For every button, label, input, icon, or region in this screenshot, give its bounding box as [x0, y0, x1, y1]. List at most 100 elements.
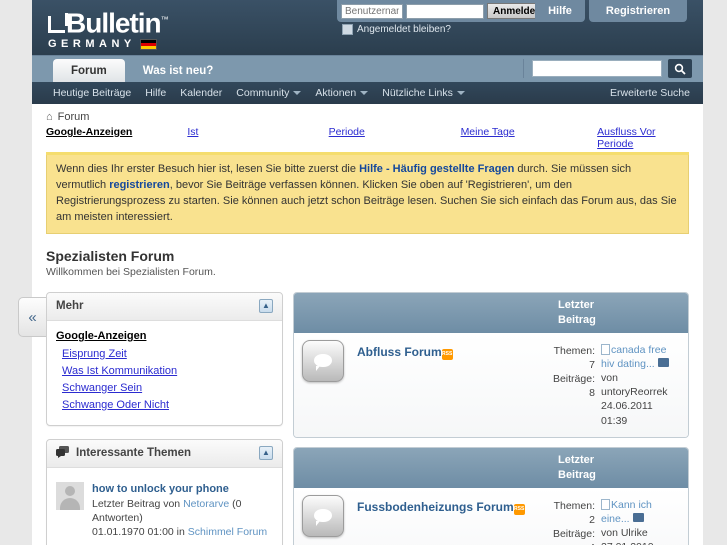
- forum-block-abfluss: Letzter Beitrag Abfluss ForumRSS Themen:…: [293, 291, 689, 438]
- thread-title[interactable]: how to unlock your phone: [92, 482, 273, 497]
- forum-bubble-icon: [302, 339, 344, 382]
- search-input[interactable]: [532, 60, 662, 77]
- ad-link-meine-tage[interactable]: Meine Tage: [461, 126, 598, 138]
- nav-label: Community: [236, 87, 290, 99]
- german-flag-icon: [139, 38, 157, 50]
- topics-label: Themen:: [553, 499, 595, 512]
- rss-icon[interactable]: RSS: [441, 348, 453, 360]
- rss-icon[interactable]: RSS: [513, 503, 525, 515]
- username-input[interactable]: [341, 3, 403, 19]
- nav-item-aktionen[interactable]: Aktionen: [315, 87, 369, 99]
- forum-last-post: canada free hiv dating... von untoryReor…: [595, 340, 680, 428]
- tab-whats-new[interactable]: Was ist neu?: [125, 59, 232, 83]
- panel-mehr-header: Mehr ▲: [47, 292, 282, 321]
- forum-block-fussbodenheizungs: Letzter Beitrag Fussbodenheizungs ForumR…: [293, 446, 689, 545]
- last-post-date: 24.06.2011 01:39: [601, 400, 653, 427]
- google-ads-title: Google-Anzeigen: [46, 126, 133, 138]
- main-nav: Heutige Beiträge Hilfe Kalender Communit…: [32, 82, 703, 104]
- nav-item-hilfe[interactable]: Hilfe: [145, 87, 166, 99]
- forum-name-link[interactable]: Abfluss ForumRSS: [344, 340, 535, 428]
- notice-text-1: Wenn dies Ihr erster Besuch hier ist, le…: [56, 163, 360, 175]
- sidebar-ad-link-was-ist-kommunikation[interactable]: Was Ist Kommunikation: [62, 365, 273, 377]
- nav-label: Nützliche Links: [382, 87, 453, 99]
- search-area: [523, 59, 692, 78]
- sidebar-ad-link-schwanger-sein[interactable]: Schwanger Sein: [62, 382, 273, 394]
- chevron-up-icon[interactable]: ▲: [259, 299, 273, 314]
- register-button[interactable]: Registrieren: [589, 0, 687, 22]
- ad-link-ist[interactable]: Ist: [187, 126, 328, 138]
- ad-link-periode[interactable]: Periode: [329, 126, 461, 138]
- nav-label: Aktionen: [315, 87, 357, 99]
- advanced-search-link[interactable]: Erweiterte Suche: [610, 87, 690, 99]
- password-input[interactable]: [406, 3, 484, 19]
- sidebar-ad-link-eisprung-zeit[interactable]: Eisprung Zeit: [62, 348, 273, 360]
- welcome-notice: Wenn dies Ihr erster Besuch hier ist, le…: [46, 155, 689, 234]
- nav-item-community[interactable]: Community: [236, 87, 302, 99]
- tab-bar: Forum Was ist neu?: [32, 55, 703, 83]
- tab-forum[interactable]: Forum: [53, 59, 125, 83]
- page-title: Spezialisten Forum: [46, 247, 175, 264]
- sidebar-ad-link-schwange-oder-nicht[interactable]: Schwange Oder Nicht: [62, 399, 273, 411]
- avatar: [56, 481, 84, 510]
- logo-wordmark: Bulletin™: [48, 6, 169, 37]
- remember-me-row[interactable]: Angemeldet bleiben?: [342, 24, 451, 35]
- forum-block-header: Letzter Beitrag: [294, 292, 688, 333]
- site-logo[interactable]: Bulletin™ GERMANY: [48, 6, 169, 50]
- help-button[interactable]: Hilfe: [535, 0, 585, 22]
- nav-item-heutige-beitraege[interactable]: Heutige Beiträge: [53, 87, 131, 99]
- chevron-down-icon: [456, 91, 465, 95]
- nav-item-nuetzliche-links[interactable]: Nützliche Links: [382, 87, 465, 99]
- goto-last-post-icon[interactable]: [657, 357, 669, 367]
- nav-label: Heutige Beiträge: [53, 87, 132, 99]
- logo-subtitle-text: GERMANY: [48, 38, 136, 51]
- forum-row: Abfluss ForumRSS Themen: 7 Beiträge: 8 c…: [294, 332, 688, 437]
- forum-stats: Themen: 2 Beiträge: 4: [535, 495, 595, 545]
- thread-forum-link[interactable]: Schimmel Forum: [188, 526, 267, 538]
- last-post-column-label: Letzter Beitrag: [558, 453, 596, 481]
- breadcrumb: ⌂ Forum: [32, 104, 703, 123]
- topics-label: Themen:: [553, 344, 595, 357]
- thread-meta-prefix: Letzter Beitrag von: [92, 497, 184, 510]
- thread-meta: Letzter Beitrag von Netorarve (0 Antwort…: [92, 497, 273, 525]
- home-icon[interactable]: ⌂: [46, 111, 53, 123]
- list-item[interactable]: how to unlock your phone Letzter Beitrag…: [56, 477, 273, 544]
- logo-subtitle: GERMANY: [48, 38, 168, 50]
- posts-label: Beiträge:: [552, 528, 595, 541]
- last-post-author: von Ulrike: [601, 527, 648, 540]
- forum-name-text: Abfluss Forum: [357, 344, 442, 359]
- forum-last-post: Kann ich eine... von Ulrike 27.01.2010 1…: [595, 495, 680, 545]
- thread-date: 01.01.1970 01:00 in: [92, 525, 188, 538]
- notice-register-link[interactable]: registrieren: [109, 179, 170, 191]
- thread-author-link[interactable]: Netorarve: [183, 498, 229, 510]
- sidebar-collapse-handle[interactable]: «: [18, 297, 46, 337]
- chevron-double-left-icon: «: [28, 308, 37, 326]
- page-root: Bulletin™ GERMANY Anmelden Angemeldet bl…: [0, 0, 727, 545]
- nav-item-kalender[interactable]: Kalender: [180, 87, 222, 99]
- thread-body: how to unlock your phone Letzter Beitrag…: [92, 482, 273, 539]
- last-post-title-link[interactable]: canada free hiv dating...: [601, 344, 666, 370]
- speech-bubbles-icon: [56, 445, 70, 461]
- panel-topics-body: how to unlock your phone Letzter Beitrag…: [47, 468, 282, 545]
- notice-faq-link[interactable]: Hilfe - Häufig gestellte Fragen: [359, 163, 514, 175]
- breadcrumb-label[interactable]: Forum: [58, 111, 90, 123]
- site-header: Bulletin™ GERMANY Anmelden Angemeldet bl…: [32, 0, 703, 55]
- chevron-up-icon[interactable]: ▲: [259, 446, 273, 461]
- chevron-down-icon: [360, 91, 369, 95]
- panel-mehr: Mehr ▲ Google-Anzeigen Eisprung Zeit Was…: [46, 291, 283, 426]
- forum-name-text: Fussbodenheizungs Forum: [357, 499, 514, 514]
- nav-label: Hilfe: [145, 87, 167, 99]
- nav-label: Kalender: [180, 87, 223, 99]
- search-icon[interactable]: [668, 59, 692, 78]
- document-body: Bulletin™ GERMANY Anmelden Angemeldet bl…: [32, 0, 703, 545]
- forum-stats: Themen: 7 Beiträge: 8: [535, 340, 595, 428]
- google-ads-row: Google-Anzeigen Ist Periode Meine Tage A…: [46, 126, 689, 155]
- forum-block-header: Letzter Beitrag: [294, 447, 688, 488]
- ad-link-ausfluss-vor-periode[interactable]: Ausfluss Vor Periode: [597, 126, 689, 150]
- remember-me-checkbox[interactable]: [342, 24, 353, 35]
- goto-last-post-icon[interactable]: [632, 512, 644, 522]
- thread-date-row: 01.01.1970 01:00 in Schimmel Forum: [92, 525, 273, 539]
- main-columns: Mehr ▲ Google-Anzeigen Eisprung Zeit Was…: [46, 291, 689, 545]
- forum-name-link[interactable]: Fussbodenheizungs ForumRSS: [344, 495, 535, 545]
- forum-row: Fussbodenheizungs ForumRSS Themen: 2 Bei…: [294, 487, 688, 545]
- panel-topics-title: Interessante Themen: [76, 447, 192, 460]
